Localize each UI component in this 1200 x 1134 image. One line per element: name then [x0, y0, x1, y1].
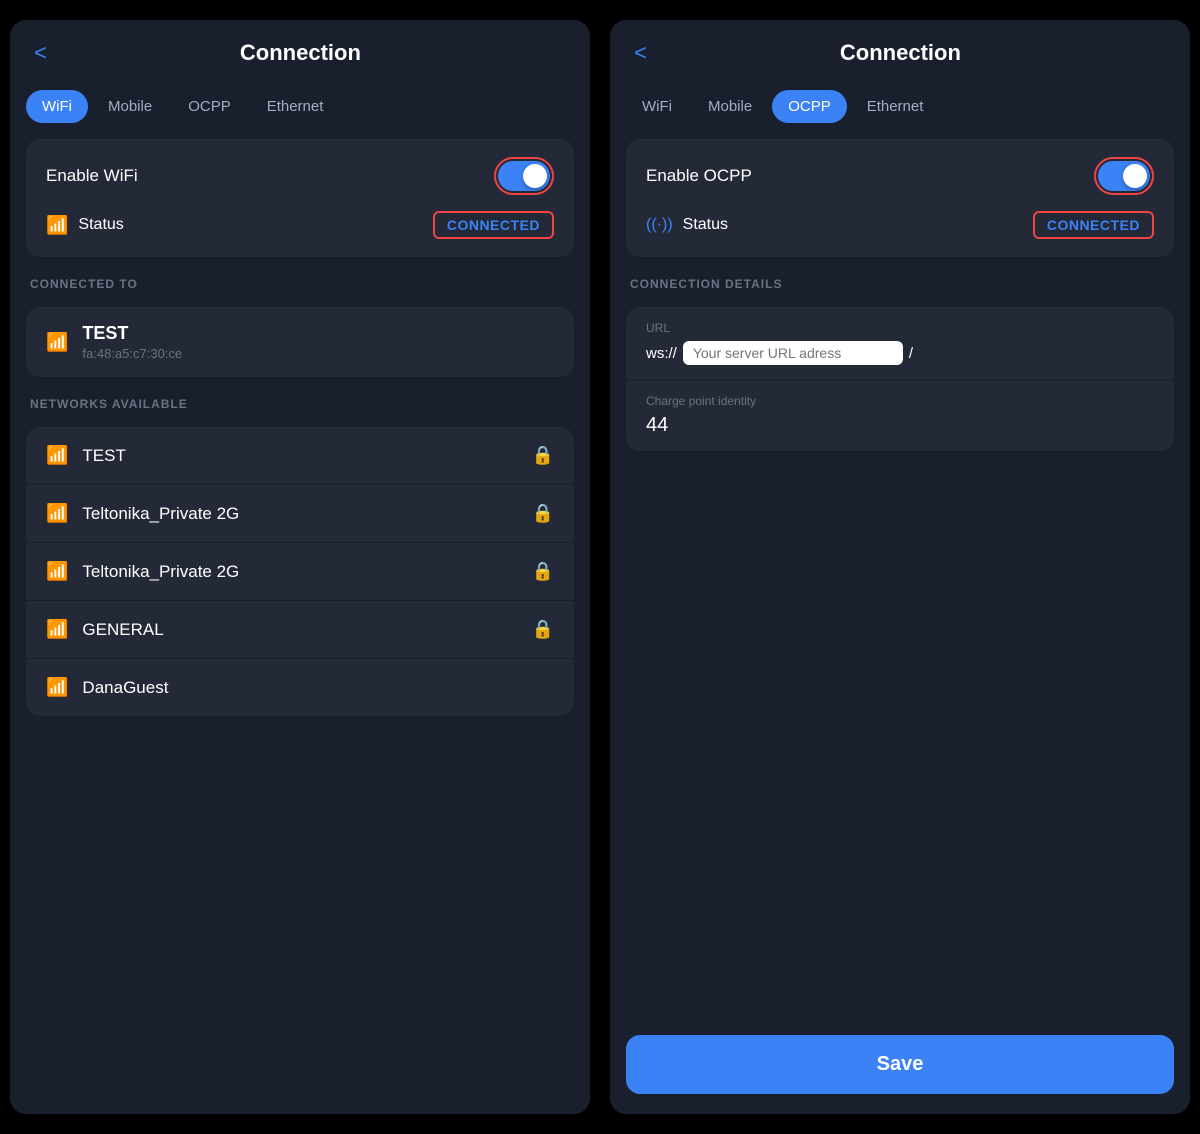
- connected-network-name: TEST: [82, 323, 182, 344]
- connected-network-info: 📶 TEST fa:48:a5:c7:30:ce: [46, 323, 554, 361]
- network-wifi-icon-0: 📶: [46, 445, 68, 466]
- tab-mobile-right[interactable]: Mobile: [692, 90, 768, 123]
- network-item-1[interactable]: 📶 Teltonika_Private 2G 🔒: [26, 485, 574, 543]
- network-lock-icon-2: 🔒: [532, 561, 554, 582]
- left-panel-title: Connection: [35, 40, 566, 66]
- ocpp-status-badge: CONNECTED: [1033, 211, 1154, 239]
- network-name-2: Teltonika_Private 2G: [82, 562, 531, 582]
- network-item-0[interactable]: 📶 TEST 🔒: [26, 427, 574, 485]
- tab-ocpp-right[interactable]: OCPP: [772, 90, 847, 123]
- ocpp-status-row: ((·)) Status CONNECTED: [646, 211, 1154, 239]
- right-panel-title: Connection: [635, 40, 1166, 66]
- tab-ethernet-left[interactable]: Ethernet: [251, 90, 340, 123]
- tab-mobile-left[interactable]: Mobile: [92, 90, 168, 123]
- save-button[interactable]: Save: [626, 1035, 1174, 1094]
- url-input[interactable]: [683, 341, 903, 365]
- network-name-1: Teltonika_Private 2G: [82, 504, 531, 524]
- left-panel: < Connection WiFi Mobile OCPP Ethernet E…: [10, 20, 590, 1114]
- left-header: < Connection: [10, 20, 590, 82]
- tab-ethernet-right[interactable]: Ethernet: [851, 90, 940, 123]
- tab-ocpp-left[interactable]: OCPP: [172, 90, 247, 123]
- connected-network-card[interactable]: 📶 TEST fa:48:a5:c7:30:ce: [26, 307, 574, 377]
- right-panel-content: Enable OCPP ((·)) Status CONNECTED CONNE: [610, 139, 1190, 1019]
- wifi-status-card: Enable WiFi 📶 Status CONNECTED: [26, 139, 574, 257]
- status-text-left: Status: [78, 216, 123, 234]
- wifi-status-badge: CONNECTED: [433, 211, 554, 239]
- ocpp-status-card: Enable OCPP ((·)) Status CONNECTED: [626, 139, 1174, 257]
- network-name-0: TEST: [82, 446, 531, 466]
- enable-wifi-row: Enable WiFi: [46, 157, 554, 195]
- networks-available-title: NETWORKS AVAILABLE: [26, 397, 574, 411]
- network-wifi-icon-4: 📶: [46, 677, 68, 698]
- left-tabs-bar: WiFi Mobile OCPP Ethernet: [10, 82, 590, 139]
- panels-container: < Connection WiFi Mobile OCPP Ethernet E…: [0, 0, 1200, 1134]
- wifi-status-label: 📶 Status: [46, 215, 124, 236]
- network-wifi-icon-3: 📶: [46, 619, 68, 640]
- tab-wifi-right[interactable]: WiFi: [626, 90, 688, 123]
- networks-list: 📶 TEST 🔒 📶 Teltonika_Private 2G 🔒 📶 Telt…: [26, 427, 574, 716]
- connected-network-mac: fa:48:a5:c7:30:ce: [82, 346, 182, 361]
- url-prefix: ws://: [646, 345, 677, 362]
- network-lock-icon-0: 🔒: [532, 445, 554, 466]
- connected-network-details: TEST fa:48:a5:c7:30:ce: [82, 323, 182, 361]
- wifi-signal-icon: 📶: [46, 215, 68, 236]
- connection-details-card: URL ws:// / Charge point identity 44: [626, 307, 1174, 451]
- network-lock-icon-1: 🔒: [532, 503, 554, 524]
- right-tabs-bar: WiFi Mobile OCPP Ethernet: [610, 82, 1190, 139]
- wifi-status-row: 📶 Status CONNECTED: [46, 211, 554, 239]
- right-header: < Connection: [610, 20, 1190, 82]
- url-suffix: /: [909, 345, 913, 362]
- enable-wifi-toggle[interactable]: [498, 161, 550, 191]
- ocpp-signal-icon: ((·)): [646, 216, 673, 234]
- network-lock-icon-3: 🔒: [532, 619, 554, 640]
- url-label: URL: [646, 321, 1154, 335]
- enable-ocpp-row: Enable OCPP: [646, 157, 1154, 195]
- right-panel: < Connection WiFi Mobile OCPP Ethernet E…: [610, 20, 1190, 1114]
- network-item-4[interactable]: 📶 DanaGuest: [26, 659, 574, 716]
- left-panel-content: Enable WiFi 📶 Status CONNECTED CONNECTE: [10, 139, 590, 1114]
- enable-ocpp-toggle[interactable]: [1098, 161, 1150, 191]
- network-wifi-icon-2: 📶: [46, 561, 68, 582]
- enable-wifi-label: Enable WiFi: [46, 166, 138, 186]
- network-item-3[interactable]: 📶 GENERAL 🔒: [26, 601, 574, 659]
- enable-ocpp-toggle-wrapper: [1094, 157, 1154, 195]
- ocpp-status-text: Status: [683, 216, 728, 234]
- network-name-3: GENERAL: [82, 620, 531, 640]
- charge-point-value: 44: [646, 414, 1154, 437]
- network-name-4: DanaGuest: [82, 678, 554, 698]
- connection-details-title: CONNECTION DETAILS: [626, 277, 1174, 291]
- connected-wifi-icon: 📶: [46, 332, 68, 353]
- toggle-knob: [523, 164, 547, 188]
- enable-ocpp-label: Enable OCPP: [646, 166, 752, 186]
- ocpp-status-label: ((·)) Status: [646, 216, 728, 234]
- charge-point-field: Charge point identity 44: [626, 380, 1174, 451]
- tab-wifi-left[interactable]: WiFi: [26, 90, 88, 123]
- charge-point-label: Charge point identity: [646, 394, 1154, 408]
- network-item-2[interactable]: 📶 Teltonika_Private 2G 🔒: [26, 543, 574, 601]
- url-field: URL ws:// /: [626, 307, 1174, 380]
- network-wifi-icon-1: 📶: [46, 503, 68, 524]
- enable-wifi-toggle-wrapper: [494, 157, 554, 195]
- connected-to-title: CONNECTED TO: [26, 277, 574, 291]
- ocpp-toggle-knob: [1123, 164, 1147, 188]
- url-row: ws:// /: [646, 341, 1154, 365]
